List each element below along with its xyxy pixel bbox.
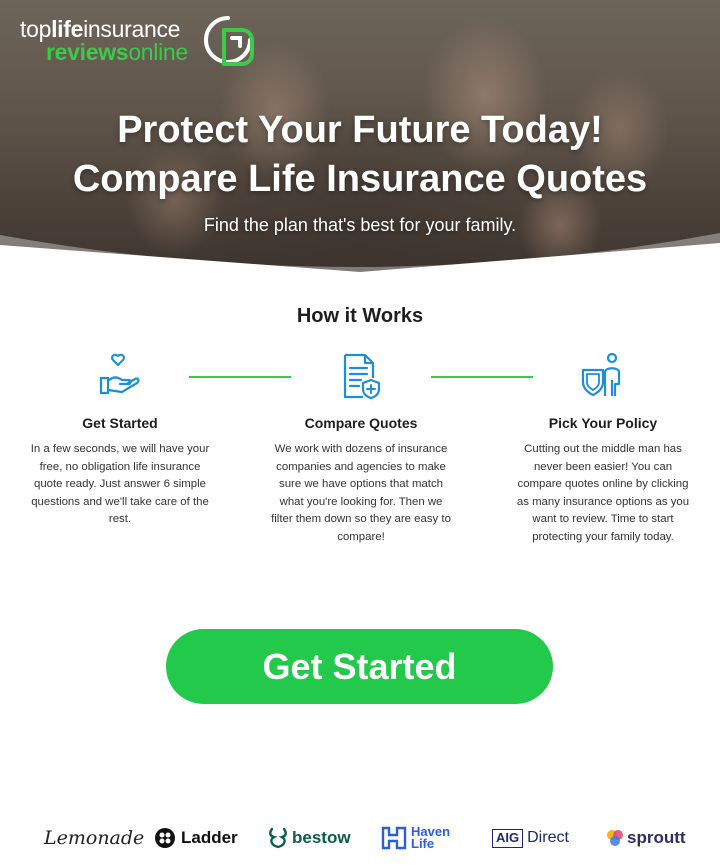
step-description: Cutting out the middle man has never bee… bbox=[516, 443, 690, 543]
ladder-mark-icon bbox=[155, 828, 175, 848]
partner-haven-life-logo: Haven Life bbox=[381, 820, 450, 856]
bestow-mark-icon bbox=[269, 827, 287, 849]
aig-box: AIG bbox=[492, 828, 524, 848]
step-pick-your-policy: Pick Your Policy Cutting out the middle … bbox=[513, 352, 693, 546]
partner-name: bestow bbox=[292, 828, 351, 847]
partner-logos: Lemonade Ladder bestow Haven Life AIG Di… bbox=[0, 820, 720, 856]
step-description: We work with dozens of insurance compani… bbox=[271, 443, 451, 543]
partner-ladder-logo: Ladder bbox=[155, 820, 238, 856]
step-title: Compare Quotes bbox=[304, 415, 418, 431]
step-compare-quotes: Compare Quotes We work with dozens of in… bbox=[271, 352, 451, 546]
partner-aig-direct-logo: AIG Direct bbox=[492, 820, 569, 856]
step-title: Pick Your Policy bbox=[548, 415, 658, 431]
partner-bestow-logo: bestow bbox=[268, 820, 351, 856]
how-it-works-heading: How it Works bbox=[296, 305, 424, 327]
partner-name-line2: Life bbox=[411, 836, 435, 851]
partner-sproutt-logo: sproutt bbox=[606, 820, 686, 856]
step-description: In a few seconds, we will have your free… bbox=[30, 443, 210, 525]
partner-name: Ladder bbox=[181, 828, 238, 847]
sproutt-mark-icon bbox=[607, 830, 623, 846]
step-get-started: Get Started In a few seconds, we will ha… bbox=[30, 352, 210, 529]
document-shield-icon bbox=[343, 353, 381, 400]
partner-name: sproutt bbox=[627, 828, 686, 847]
partner-name: Direct bbox=[527, 829, 569, 846]
step-title: Get Started bbox=[82, 415, 158, 431]
partner-lemonade-logo: Lemonade bbox=[44, 820, 144, 856]
heart-hand-icon bbox=[99, 353, 140, 395]
get-started-button[interactable]: Get Started bbox=[166, 629, 553, 704]
hero-banner: toplifeinsurance reviewsonline Protect Y… bbox=[0, 0, 720, 275]
haven-life-mark-icon bbox=[381, 826, 407, 850]
hero-bottom-curve bbox=[0, 233, 720, 275]
person-shield-icon bbox=[581, 352, 621, 397]
partner-name: Lemonade bbox=[44, 827, 145, 849]
